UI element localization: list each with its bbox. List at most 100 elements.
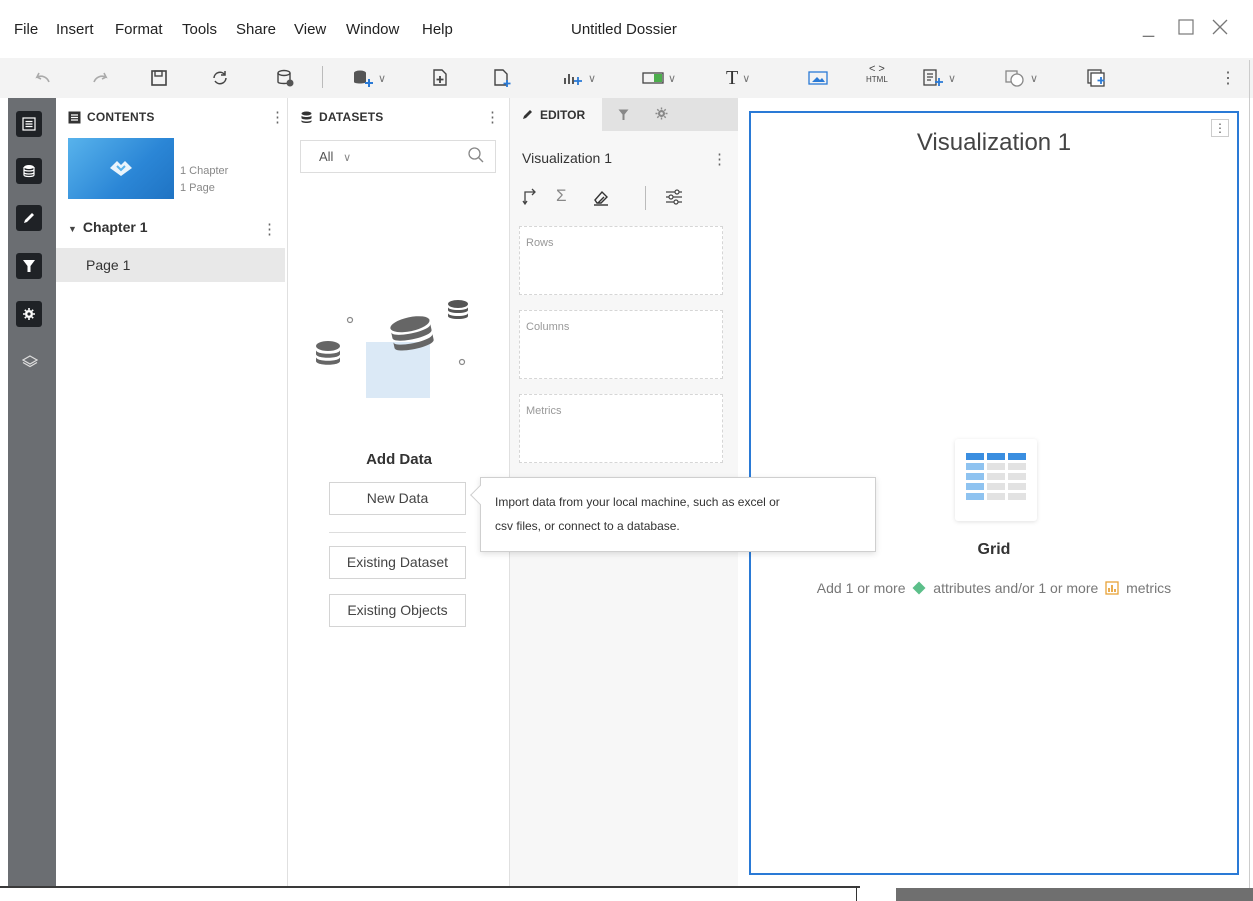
kebab-icon: ⋮: [1220, 70, 1236, 87]
rows-label: Rows: [526, 237, 554, 249]
page-copy-icon: [433, 69, 447, 86]
menu-share[interactable]: Share: [236, 21, 276, 38]
sigma-icon[interactable]: Σ: [556, 186, 567, 206]
new-data-tooltip: Import data from your local machine, suc…: [470, 477, 876, 552]
tab-filter[interactable]: [618, 108, 629, 126]
search-icon[interactable]: [467, 146, 485, 169]
chapter-row[interactable]: ▼ Chapter 1: [68, 219, 148, 235]
data-settings-button[interactable]: [275, 66, 295, 90]
refresh-icon: [213, 71, 227, 85]
save-icon: [151, 70, 167, 86]
add-dataset-button[interactable]: ∨: [352, 66, 386, 90]
insert-shape-button[interactable]: ∨: [1004, 66, 1038, 90]
chapter-count: 1 Chapter: [180, 165, 229, 177]
page-add-icon: [494, 69, 511, 87]
chapter-thumbnail[interactable]: [68, 138, 174, 199]
gear-icon: [655, 107, 668, 120]
background-window-strip: [896, 888, 1253, 901]
chevron-down-icon: ∨: [343, 152, 352, 164]
thumbnail-meta: 1 Chapter 1 Page: [180, 163, 228, 197]
page-count: 1 Page: [180, 182, 215, 194]
rail-contents-button[interactable]: [16, 111, 42, 137]
existing-dataset-button[interactable]: Existing Dataset: [329, 546, 466, 579]
editor-menu-button[interactable]: ⋮: [712, 150, 727, 168]
duplicate-page-button[interactable]: [430, 66, 450, 90]
hint-text-2: attributes and/or 1 or more: [933, 580, 1099, 596]
rail-filter-button[interactable]: [16, 253, 42, 279]
close-button[interactable]: [1211, 18, 1229, 42]
rail-datasets-button[interactable]: [16, 158, 42, 184]
datasets-menu-button[interactable]: ⋮: [485, 108, 500, 126]
menu-view[interactable]: View: [294, 21, 326, 38]
columns-dropzone[interactable]: Columns: [519, 310, 723, 379]
window-bottom-edge: [0, 886, 860, 888]
grid-hint: Add 1 or more attributes and/or 1 or mor…: [751, 580, 1237, 596]
insert-widget-button[interactable]: [1086, 66, 1108, 90]
insert-visualization-button[interactable]: ∨: [562, 66, 596, 90]
metrics-dropzone[interactable]: Metrics: [519, 394, 723, 463]
new-page-button[interactable]: [492, 66, 512, 90]
tab-editor[interactable]: EDITOR: [510, 98, 602, 131]
chapter-menu-button[interactable]: ⋮: [262, 220, 277, 238]
attribute-icon: [912, 581, 926, 595]
rail-editor-button[interactable]: [16, 205, 42, 231]
refresh-button[interactable]: [210, 66, 230, 90]
chevron-down-icon: ∨: [588, 72, 597, 85]
database-icon: [23, 165, 35, 178]
metric-icon: [1105, 581, 1119, 595]
shapes-icon: [1005, 70, 1024, 87]
panel-add-icon: [923, 69, 943, 86]
add-data-title: Add Data: [366, 451, 432, 468]
columns-label: Columns: [526, 321, 570, 333]
rail-layers-button[interactable]: [21, 354, 39, 373]
grid-icon: [966, 453, 1026, 500]
contents-menu-button[interactable]: ⋮: [270, 108, 285, 126]
contents-header: CONTENTS: [68, 110, 155, 124]
menu-window[interactable]: Window: [346, 21, 399, 38]
new-data-button[interactable]: New Data: [329, 482, 466, 515]
insert-panel-button[interactable]: ∨: [922, 66, 956, 90]
insert-image-button[interactable]: [808, 66, 828, 90]
menu-help[interactable]: Help: [422, 21, 453, 38]
rows-dropzone[interactable]: Rows: [519, 226, 723, 295]
undo-icon: [35, 72, 50, 83]
menu-file[interactable]: File: [14, 21, 38, 38]
chevron-down-icon: ∨: [948, 72, 957, 85]
maximize-button[interactable]: [1178, 18, 1194, 41]
chevron-down-icon: ∨: [1030, 72, 1039, 85]
menu-tools[interactable]: Tools: [182, 21, 217, 38]
contents-title: CONTENTS: [87, 110, 155, 124]
pencil-icon: [523, 110, 532, 119]
dataset-filter-select[interactable]: All ∨: [300, 140, 496, 173]
save-button[interactable]: [150, 66, 168, 90]
toolbar-more-button[interactable]: ⋮: [1220, 66, 1236, 90]
insert-filter-button[interactable]: ∨: [642, 66, 676, 90]
datasets-header: DATASETS: [300, 110, 384, 124]
redo-button[interactable]: [92, 66, 110, 90]
image-icon: [808, 71, 828, 85]
layers-icon: [21, 355, 39, 368]
insert-text-button[interactable]: T ∨: [726, 66, 750, 90]
eraser-icon[interactable]: [592, 188, 610, 206]
tab-format[interactable]: [655, 107, 668, 125]
minimize-button[interactable]: _: [1143, 16, 1154, 39]
chart-add-icon: [564, 74, 582, 85]
left-rail: [8, 98, 56, 888]
menu-insert[interactable]: Insert: [56, 21, 94, 38]
rail-format-button[interactable]: [16, 301, 42, 327]
viz-menu-button[interactable]: ⋮: [1211, 119, 1229, 137]
grid-viz-icon-card: [955, 439, 1037, 521]
page-label: Page 1: [86, 257, 131, 273]
existing-objects-button[interactable]: Existing Objects: [329, 594, 466, 627]
menu-bar: File Insert Format Tools Share View Wind…: [0, 0, 1253, 58]
editor-tabs: EDITOR: [510, 98, 738, 131]
insert-html-button[interactable]: < > HTML: [866, 64, 888, 88]
tab-editor-label: EDITOR: [540, 108, 586, 122]
bottom-divider: [856, 886, 857, 901]
sliders-icon[interactable]: [664, 188, 684, 206]
menu-format[interactable]: Format: [115, 21, 163, 38]
page-row[interactable]: Page 1: [56, 248, 285, 282]
undo-button[interactable]: [33, 66, 51, 90]
swap-axes-icon[interactable]: [522, 188, 538, 206]
hint-text-1: Add 1 or more: [816, 580, 906, 596]
